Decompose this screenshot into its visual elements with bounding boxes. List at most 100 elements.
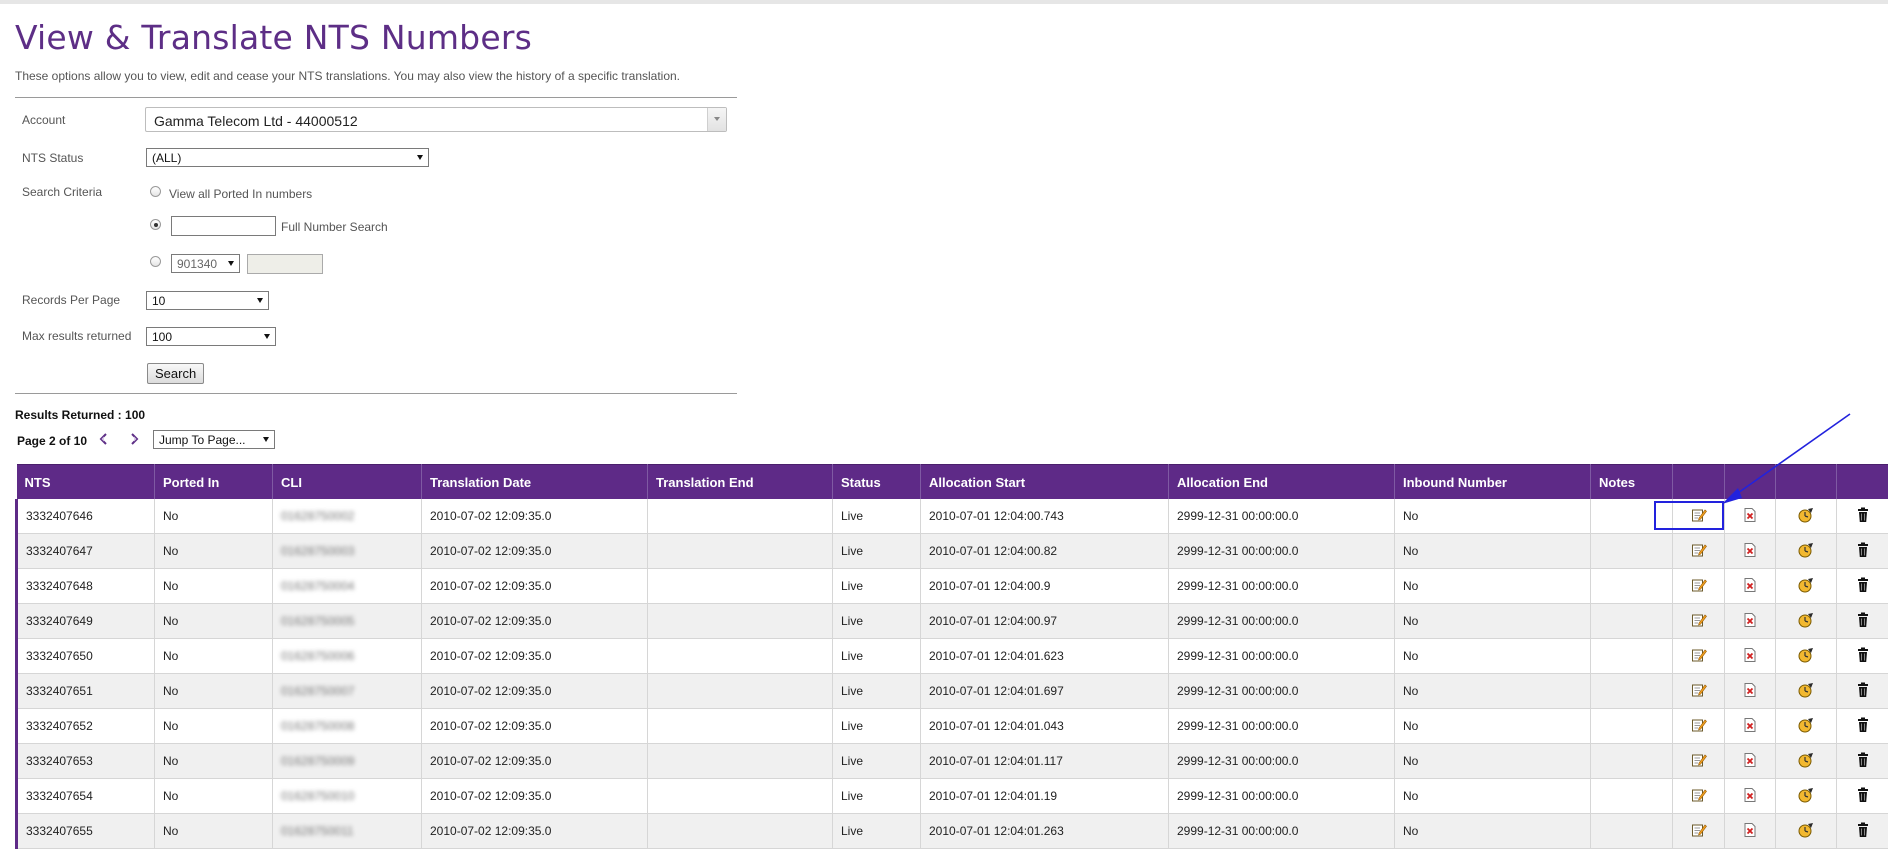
- history-icon[interactable]: [1797, 507, 1815, 526]
- chevron-down-icon: [264, 334, 270, 339]
- col-header-allocation-start[interactable]: Allocation Start: [920, 464, 1169, 499]
- col-header-ported-in[interactable]: Ported In: [154, 464, 273, 499]
- delete-icon[interactable]: [1856, 612, 1870, 631]
- edit-icon[interactable]: [1691, 752, 1707, 771]
- cease-icon[interactable]: [1742, 682, 1758, 701]
- records-per-page-select[interactable]: 10: [146, 291, 269, 310]
- delete-icon[interactable]: [1856, 577, 1870, 596]
- col-header-inbound-number[interactable]: Inbound Number: [1394, 464, 1591, 499]
- cell-delete: [1836, 533, 1888, 569]
- edit-icon[interactable]: [1691, 647, 1707, 666]
- cell-delete: [1836, 568, 1888, 604]
- history-icon[interactable]: [1797, 612, 1815, 631]
- delete-icon[interactable]: [1856, 542, 1870, 561]
- jump-to-page-value: Jump To Page...: [159, 433, 246, 447]
- radio-ported-in[interactable]: [150, 186, 161, 197]
- cell-ported-in: No: [154, 638, 273, 674]
- table-row: 3332407646 No 01628750002 2010-07-02 12:09:…: [15, 499, 1888, 534]
- col-header-notes[interactable]: Notes: [1590, 464, 1673, 499]
- history-icon[interactable]: [1797, 787, 1815, 806]
- history-icon[interactable]: [1797, 822, 1815, 841]
- edit-icon[interactable]: [1691, 612, 1707, 631]
- cell-delete: [1836, 603, 1888, 639]
- delete-icon[interactable]: [1856, 822, 1870, 841]
- edit-icon[interactable]: [1691, 507, 1707, 526]
- cease-icon[interactable]: [1742, 752, 1758, 771]
- history-icon[interactable]: [1797, 752, 1815, 771]
- cell-notes: [1590, 603, 1673, 639]
- cell-allocation-end: 2999-12-31 00:00:00.0: [1168, 533, 1395, 569]
- radio-prefix[interactable]: [150, 256, 161, 267]
- delete-icon[interactable]: [1856, 507, 1870, 526]
- chevron-down-icon: [263, 437, 269, 442]
- edit-icon[interactable]: [1691, 542, 1707, 561]
- chevron-down-icon[interactable]: [707, 108, 726, 131]
- history-icon[interactable]: [1797, 542, 1815, 561]
- results-returned: Results Returned : 100: [15, 408, 146, 422]
- cell-history: [1775, 533, 1837, 569]
- history-icon[interactable]: [1797, 577, 1815, 596]
- cell-cease: [1724, 708, 1776, 744]
- cease-icon[interactable]: [1742, 612, 1758, 631]
- max-results-select[interactable]: 100: [146, 327, 276, 346]
- prefix-value: 901340: [177, 257, 218, 271]
- nts-status-select[interactable]: (ALL): [146, 148, 429, 167]
- edit-icon[interactable]: [1691, 717, 1707, 736]
- col-header-allocation-end[interactable]: Allocation End: [1168, 464, 1395, 499]
- history-icon[interactable]: [1797, 682, 1815, 701]
- cell-history: [1775, 568, 1837, 604]
- page-description: These options allow you to view, edit an…: [15, 69, 681, 83]
- col-header-translation-end[interactable]: Translation End: [647, 464, 833, 499]
- cease-icon[interactable]: [1742, 577, 1758, 596]
- divider-bottom: [15, 393, 737, 394]
- delete-icon[interactable]: [1856, 752, 1870, 771]
- table-row: 3332407648 No 01628750004 2010-07-02 12:09:…: [15, 568, 1888, 604]
- cell-ported-in: No: [154, 603, 273, 639]
- history-icon[interactable]: [1797, 717, 1815, 736]
- cell-cli-value: 01628750007: [281, 684, 355, 698]
- search-criteria-label: Search Criteria: [22, 185, 103, 199]
- cell-delete: [1836, 743, 1888, 779]
- cell-translation-date: 2010-07-02 12:09:35.0: [421, 673, 648, 709]
- cell-notes: [1590, 533, 1673, 569]
- prev-page-icon[interactable]: [98, 433, 110, 445]
- radio-full-number[interactable]: [150, 219, 161, 230]
- edit-icon[interactable]: [1691, 822, 1707, 841]
- cell-nts: 3332407655: [15, 813, 155, 849]
- records-per-page-value: 10: [152, 294, 166, 308]
- cell-delete: [1836, 813, 1888, 849]
- edit-icon[interactable]: [1691, 577, 1707, 596]
- edit-icon[interactable]: [1691, 682, 1707, 701]
- search-button[interactable]: Search: [147, 363, 205, 384]
- cease-icon[interactable]: [1742, 717, 1758, 736]
- cease-icon[interactable]: [1742, 822, 1758, 841]
- edit-icon[interactable]: [1691, 787, 1707, 806]
- cell-cli-value: 01628750003: [281, 544, 355, 558]
- jump-to-page-select[interactable]: Jump To Page...: [153, 430, 275, 449]
- cell-cease: [1724, 533, 1776, 569]
- col-header-status[interactable]: Status: [832, 464, 921, 499]
- delete-icon[interactable]: [1856, 647, 1870, 666]
- full-number-input[interactable]: [171, 216, 276, 236]
- cease-icon[interactable]: [1742, 542, 1758, 561]
- prefix-select[interactable]: 901340: [171, 254, 240, 273]
- cell-inbound-number: No: [1394, 638, 1591, 674]
- cell-translation-end: [647, 778, 833, 814]
- cease-icon[interactable]: [1742, 787, 1758, 806]
- next-page-icon[interactable]: [128, 433, 140, 445]
- col-header-nts[interactable]: NTS: [16, 464, 155, 499]
- chevron-down-icon: [228, 261, 234, 266]
- cease-icon[interactable]: [1742, 647, 1758, 666]
- delete-icon[interactable]: [1856, 682, 1870, 701]
- cell-nts: 3332407651: [15, 673, 155, 709]
- history-icon[interactable]: [1797, 647, 1815, 666]
- cease-icon[interactable]: [1742, 507, 1758, 526]
- table-header-row: NTS Ported In CLI Translation Date Trans…: [16, 464, 1888, 499]
- cell-allocation-start: 2010-07-01 12:04:01.19: [920, 778, 1169, 814]
- col-header-cli[interactable]: CLI: [272, 464, 422, 499]
- cell-translation-end: [647, 673, 833, 709]
- delete-icon[interactable]: [1856, 787, 1870, 806]
- delete-icon[interactable]: [1856, 717, 1870, 736]
- account-select[interactable]: Gamma Telecom Ltd - 44000512: [145, 107, 727, 132]
- col-header-translation-date[interactable]: Translation Date: [421, 464, 648, 499]
